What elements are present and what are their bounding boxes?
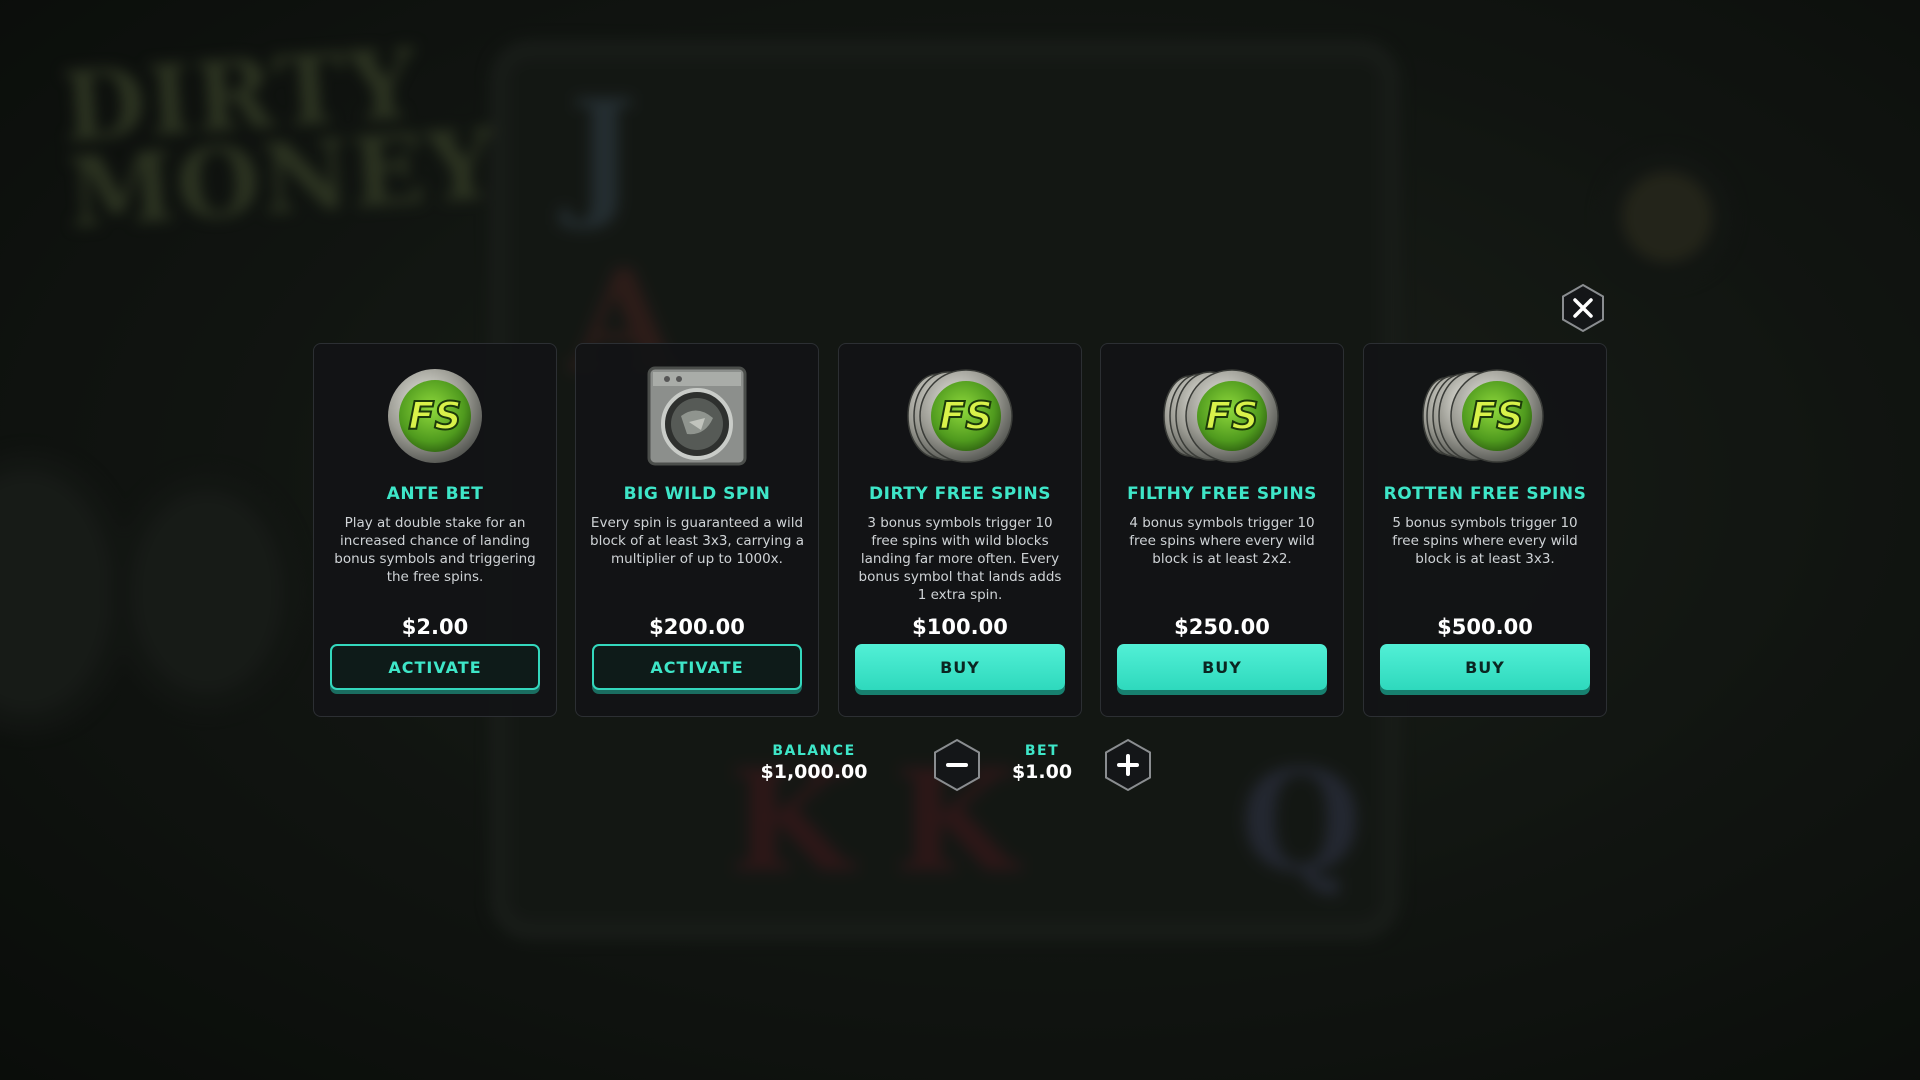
fs-coin-icon: FS bbox=[314, 366, 556, 466]
card-title: FILTHY FREE SPINS bbox=[1127, 484, 1317, 504]
close-button[interactable] bbox=[1558, 283, 1608, 333]
plus-icon bbox=[1105, 738, 1151, 792]
card-price: $200.00 bbox=[649, 615, 745, 639]
washing-machine-icon bbox=[576, 366, 818, 466]
decrease-bet-button[interactable] bbox=[932, 738, 982, 792]
card-title: ROTTEN FREE SPINS bbox=[1383, 484, 1587, 504]
balance-value: $1,000.00 bbox=[760, 761, 868, 783]
card-description: 5 bonus symbols trigger 10 free spins wh… bbox=[1392, 515, 1578, 567]
card-title: BIG WILD SPIN bbox=[623, 484, 771, 504]
card-description: 3 bonus symbols trigger 10 free spins wi… bbox=[858, 515, 1062, 603]
bet-label: BET bbox=[1024, 743, 1060, 759]
card-description: Play at double stake for an increased ch… bbox=[334, 515, 536, 585]
card-price: $500.00 bbox=[1437, 615, 1533, 639]
card-title: ANTE BET bbox=[386, 484, 484, 504]
svg-text:FS: FS bbox=[408, 394, 461, 438]
svg-text:FS: FS bbox=[1470, 394, 1523, 438]
rotten-free-spins-buy-button[interactable]: BUY bbox=[1380, 644, 1590, 690]
dirty-free-spins-card: FS DIRTY FREE SPINS 3 bonus symbols trig… bbox=[838, 343, 1082, 717]
svg-text:FS: FS bbox=[939, 394, 992, 438]
card-price: $100.00 bbox=[912, 615, 1008, 639]
card-description: Every spin is guaranteed a wild block of… bbox=[590, 515, 804, 567]
card-description: 4 bonus symbols trigger 10 free spins wh… bbox=[1129, 515, 1315, 567]
big-wild-spin-activate-button[interactable]: ACTIVATE bbox=[592, 644, 802, 690]
close-icon bbox=[1562, 283, 1604, 333]
svg-text:FS: FS bbox=[1205, 394, 1258, 438]
filthy-free-spins-card: FS FILTHY FREE SPINS 4 bonus symbols tri… bbox=[1100, 343, 1344, 717]
fs-coin-stack-3-icon: FS bbox=[839, 366, 1081, 466]
card-price: $2.00 bbox=[401, 615, 469, 639]
big-wild-spin-card: BIG WILD SPIN Every spin is guaranteed a… bbox=[575, 343, 819, 717]
card-title: DIRTY FREE SPINS bbox=[869, 484, 1051, 504]
minus-icon bbox=[934, 738, 980, 792]
fs-coin-stack-4-icon: FS bbox=[1101, 366, 1343, 466]
filthy-free-spins-buy-button[interactable]: BUY bbox=[1117, 644, 1327, 690]
card-price: $250.00 bbox=[1174, 615, 1270, 639]
ante-bet-activate-button[interactable]: ACTIVATE bbox=[330, 644, 540, 690]
dirty-free-spins-buy-button[interactable]: BUY bbox=[855, 644, 1065, 690]
balance-label: BALANCE bbox=[772, 743, 856, 759]
increase-bet-button[interactable] bbox=[1103, 738, 1153, 792]
fs-coin-stack-5-icon: FS bbox=[1364, 366, 1606, 466]
ante-bet-card: FS ANTE BET Play at double stake for an … bbox=[313, 343, 557, 717]
rotten-free-spins-card: FS ROTTEN FREE SPINS 5 bonus symbols tri… bbox=[1363, 343, 1607, 717]
bet-value: $1.00 bbox=[1011, 761, 1073, 783]
